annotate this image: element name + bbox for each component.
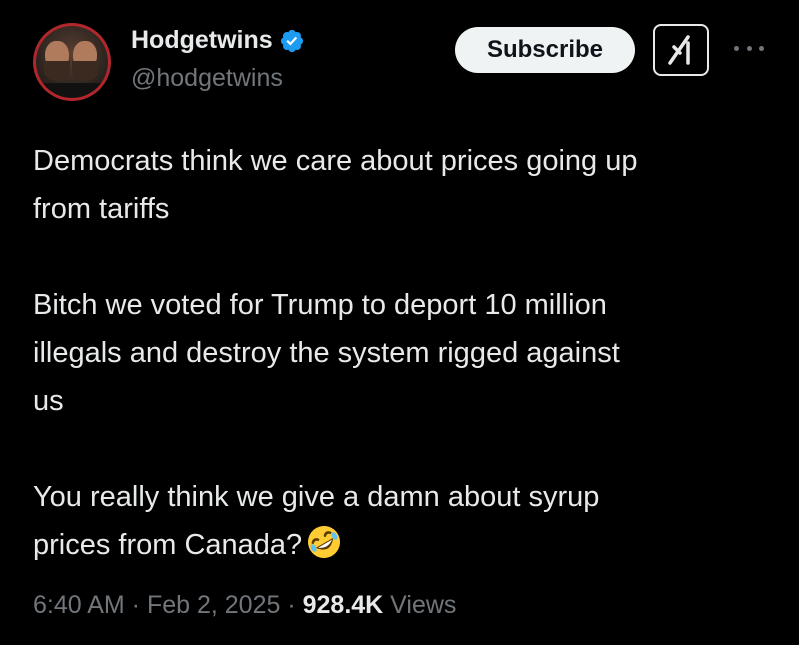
tweet-line: illegals and destroy the system rigged a… (33, 337, 620, 369)
meta-separator: · (280, 591, 303, 619)
more-dot-icon (759, 45, 764, 51)
tweet-line: from tariffs (33, 193, 170, 225)
grok-button[interactable] (653, 24, 709, 76)
tweet-line-text: prices from Canada? (33, 529, 303, 561)
display-name[interactable]: Hodgetwins (131, 26, 273, 55)
grok-icon (668, 35, 690, 65)
tweet-line: You really think we give a damn about sy… (33, 481, 600, 513)
more-options-button[interactable] (734, 38, 764, 58)
tweet-line: us (33, 385, 64, 417)
name-row: Hodgetwins (131, 26, 305, 55)
more-dot-icon (746, 45, 752, 51)
tweet-line: Bitch we voted for Trump to deport 10 mi… (33, 289, 607, 321)
rolling-on-floor-laughing-emoji-icon (308, 526, 341, 558)
avatar[interactable] (33, 23, 111, 101)
tweet-date[interactable]: Feb 2, 2025 (147, 591, 280, 619)
subscribe-button[interactable]: Subscribe (455, 27, 635, 73)
more-dot-icon (734, 45, 739, 51)
tweet-line: Democrats think we care about prices goi… (33, 145, 638, 177)
tweet-time[interactable]: 6:40 AM (33, 591, 125, 619)
views-label: Views (383, 591, 457, 619)
avatar-ring (33, 23, 111, 101)
handle[interactable]: @hodgetwins (131, 64, 283, 93)
verified-badge-icon[interactable] (279, 28, 305, 54)
views-count[interactable]: 928.4K (303, 591, 384, 619)
tweet-meta: 6:40 AM · Feb 2, 2025 · 928.4K Views (33, 591, 456, 620)
tweet-line-last: prices from Canada? (33, 521, 773, 569)
tweet-text: Democrats think we care about prices goi… (33, 137, 773, 569)
meta-separator: · (124, 591, 147, 619)
